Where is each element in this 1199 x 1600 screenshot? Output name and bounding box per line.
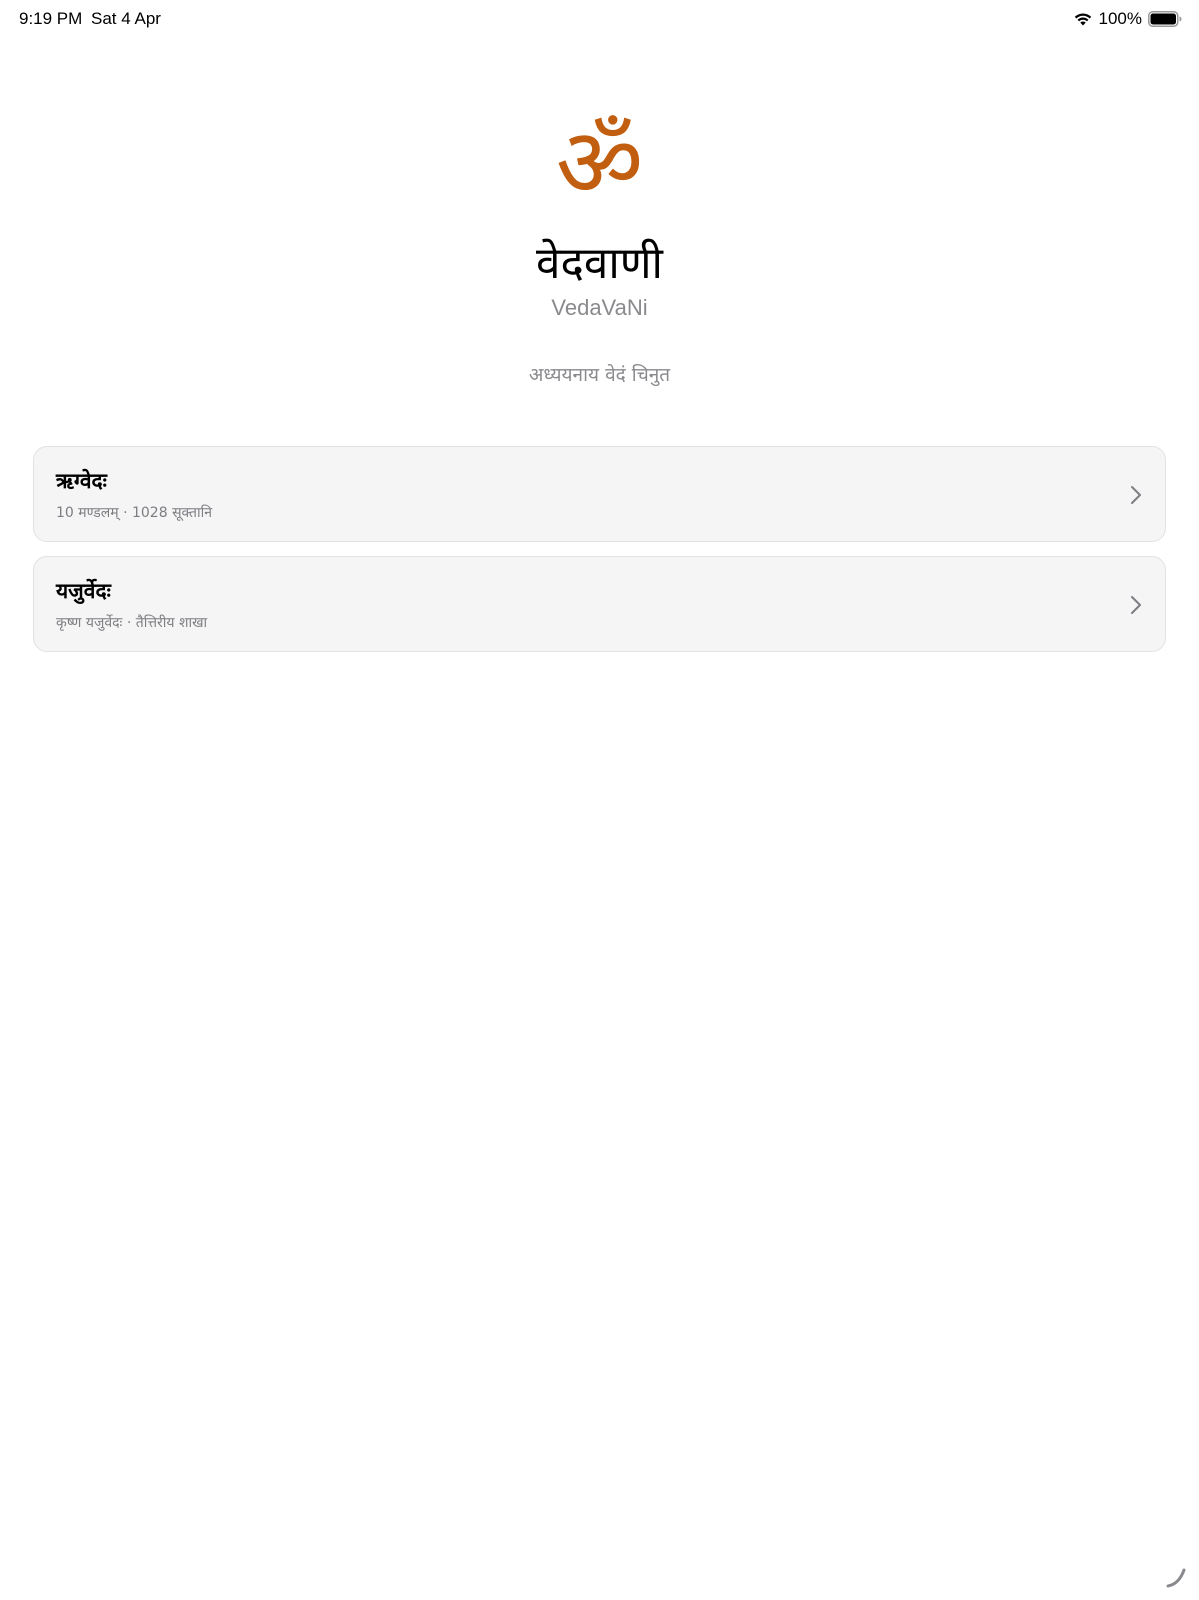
status-indicators: 100% <box>1073 8 1182 30</box>
veda-card-subtitle: कृष्ण यजुर्वेदः · तैत्तिरीय शाखा <box>56 615 208 631</box>
app-subtitle: VedaVaNi <box>551 295 648 320</box>
status-bar: 9:19 PM Sat 4 Apr 100% <box>0 0 1199 40</box>
battery-icon <box>1148 11 1182 27</box>
veda-card-title: ऋग्वेदः <box>56 469 107 493</box>
om-logo: ॐ <box>555 107 644 219</box>
choose-veda-prompt: अध्ययनाय वेदं चिनुत <box>528 364 671 386</box>
status-time: 9:19 PM <box>19 9 83 28</box>
veda-list: ऋग्वेदः 10 मण्डलम् · 1028 सूक्तानि यजुर्… <box>33 446 1166 666</box>
veda-card-yajurveda[interactable]: यजुर्वेदः कृष्ण यजुर्वेदः · तैत्तिरीय शा… <box>33 556 1166 652</box>
chevron-right-icon <box>1131 486 1141 504</box>
veda-card-rigveda[interactable]: ऋग्वेदः 10 मण्डलम् · 1028 सूक्तानि <box>33 446 1166 542</box>
battery-percent: 100% <box>1098 9 1142 28</box>
app-title: वेदवाणी <box>536 238 663 289</box>
wifi-icon <box>1074 13 1091 26</box>
veda-card-title: यजुर्वेदः <box>56 579 111 603</box>
resize-handle-icon[interactable] <box>1165 1566 1187 1588</box>
chevron-right-icon <box>1131 596 1141 614</box>
veda-card-subtitle: 10 मण्डलम् · 1028 सूक्तानि <box>56 505 213 521</box>
status-date: Sat 4 Apr <box>91 9 161 28</box>
